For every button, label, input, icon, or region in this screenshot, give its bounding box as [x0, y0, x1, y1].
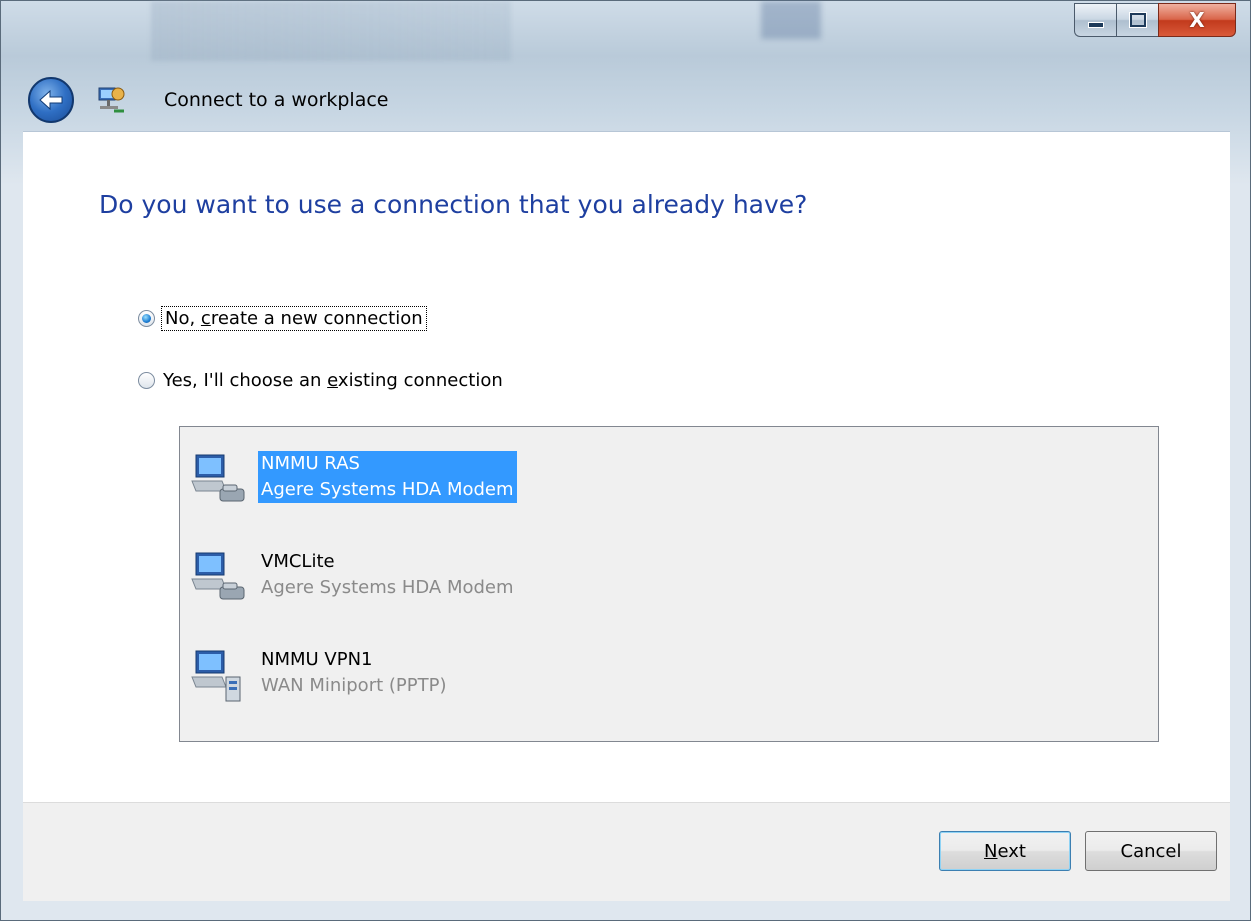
next-button[interactable]: Next — [939, 831, 1071, 871]
connection-item-nmmu-ras[interactable]: NMMU RAS Agere Systems HDA Modem — [190, 451, 517, 507]
dialup-connection-icon — [190, 549, 248, 605]
vpn-connection-icon — [190, 647, 248, 703]
window-title: Connect to a workplace — [164, 89, 389, 111]
wizard-footer: Next Cancel — [23, 802, 1230, 901]
connection-device: Agere Systems HDA Modem — [261, 479, 514, 500]
wizard-content: Do you want to use a connection that you… — [23, 131, 1230, 803]
connection-list[interactable]: NMMU RAS Agere Systems HDA Modem VMCLite — [179, 426, 1159, 742]
connection-item-vmclite[interactable]: VMCLite Agere Systems HDA Modem — [190, 549, 514, 605]
radio-existing-connection[interactable] — [138, 372, 155, 389]
page-heading: Do you want to use a connection that you… — [99, 190, 808, 219]
back-button[interactable] — [28, 77, 74, 123]
background-glass — [151, 1, 511, 61]
close-icon: X — [1189, 8, 1205, 32]
connection-name: VMCLite — [261, 551, 335, 572]
dialup-connection-icon — [190, 451, 248, 507]
network-wizard-icon — [96, 85, 126, 115]
option-new-connection-label: No, create a new connection — [161, 306, 427, 331]
option-new-connection[interactable]: No, create a new connection — [138, 306, 427, 331]
connection-name: NMMU RAS — [261, 453, 360, 474]
connection-device: Agere Systems HDA Modem — [261, 577, 514, 598]
maximize-icon — [1129, 13, 1146, 27]
background-glass-2 — [761, 1, 821, 39]
option-existing-connection[interactable]: Yes, I'll choose an existing connection — [138, 370, 503, 391]
minimize-button[interactable] — [1074, 3, 1116, 37]
caption-buttons: X — [1074, 3, 1236, 37]
option-existing-connection-label: Yes, I'll choose an existing connection — [163, 370, 503, 391]
back-arrow-icon — [39, 89, 63, 111]
maximize-button[interactable] — [1116, 3, 1158, 37]
cancel-button[interactable]: Cancel — [1085, 831, 1217, 871]
radio-new-connection[interactable] — [138, 310, 155, 327]
connection-name: NMMU VPN1 — [261, 649, 373, 670]
wizard-window: X Connect to a workplace Do you want to … — [0, 0, 1251, 921]
connection-item-nmmu-vpn1[interactable]: NMMU VPN1 WAN Miniport (PPTP) — [190, 647, 446, 703]
wizard-nav: Connect to a workplace — [28, 77, 389, 123]
close-button[interactable]: X — [1158, 3, 1236, 37]
connection-device: WAN Miniport (PPTP) — [261, 675, 447, 696]
minimize-icon — [1087, 22, 1104, 28]
